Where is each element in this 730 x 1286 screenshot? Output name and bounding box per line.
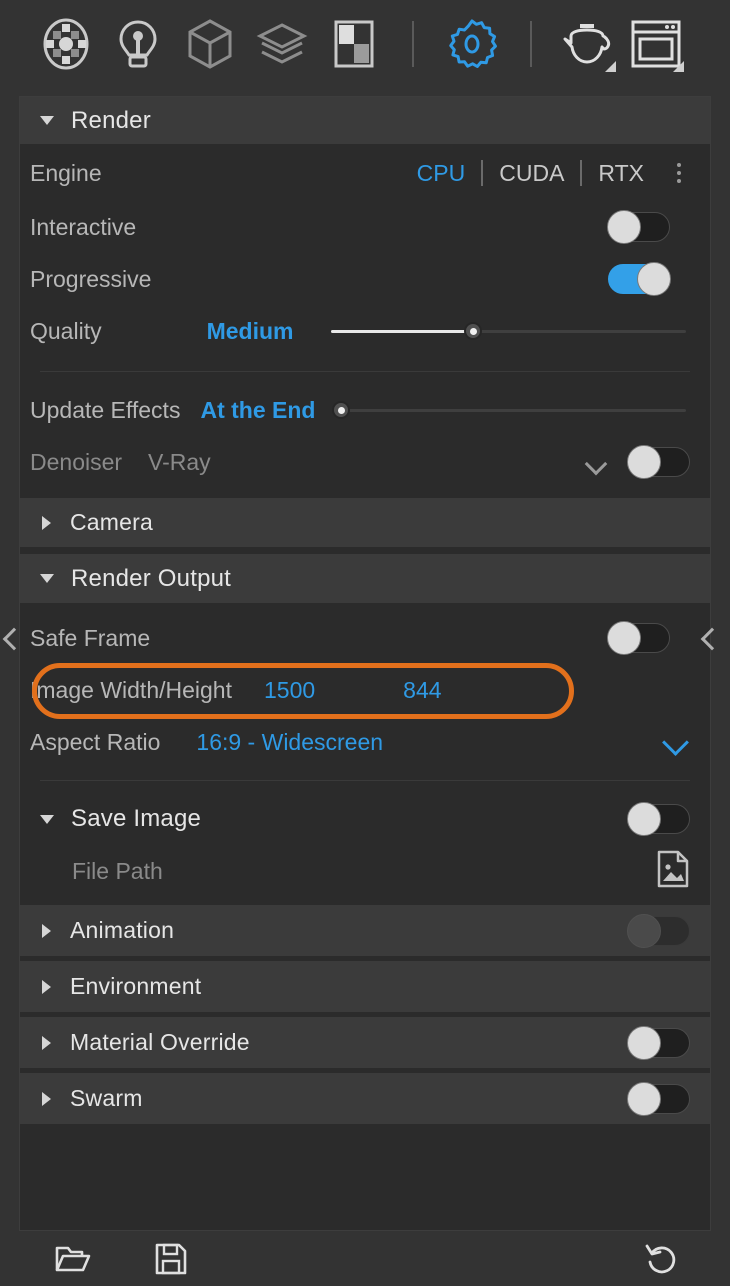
section-header-material-override[interactable]: Material Override [20,1017,710,1069]
toolbar-divider-2 [530,21,532,67]
chevron-down-icon[interactable] [605,61,616,72]
label-interactive: Interactive [30,213,137,240]
section-title-animation: Animation [70,917,175,943]
toggle-swarm[interactable] [627,1081,690,1116]
settings-gear-icon[interactable] [442,14,502,74]
toggle-animation[interactable] [627,913,690,948]
section-title-material-override: Material Override [70,1029,250,1055]
row-engine: Engine CPU CUDA RTX [20,145,710,201]
footer-toolbar [0,1231,730,1286]
light-bulb-icon[interactable] [108,14,168,74]
toggle-material-override[interactable] [627,1025,690,1060]
render-frame-icon[interactable] [626,14,686,74]
collapse-handle-right[interactable] [698,622,720,656]
toggle-interactive[interactable] [607,210,670,244]
section-header-animation[interactable]: Animation [20,905,710,957]
save-floppy-icon[interactable] [144,1238,198,1280]
texture-checker-icon[interactable] [324,14,384,74]
toggle-progressive[interactable] [608,262,671,296]
label-aspect-ratio: Aspect Ratio [30,728,161,755]
label-progressive: Progressive [30,265,152,292]
file-image-browse-icon[interactable] [656,850,690,893]
row-safe-frame: Safe Frame [20,612,710,664]
triangle-down-icon [40,814,54,824]
section-title-environment: Environment [70,973,202,999]
engine-more-options-icon[interactable] [668,163,690,183]
label-quality: Quality [30,317,102,344]
slider-update-effects[interactable] [332,395,686,425]
section-title-swarm: Swarm [70,1085,143,1111]
label-update-effects: Update Effects [30,396,181,423]
toggle-denoiser[interactable] [627,445,690,479]
toolbar-divider-1 [412,21,414,67]
engine-option-rtx[interactable]: RTX [582,160,660,187]
engine-option-group: CPU CUDA RTX [401,160,660,187]
settings-panel: Render Engine CPU CUDA RTX Interactive P… [19,96,711,1231]
reset-revert-icon[interactable] [634,1238,688,1280]
geometry-cube-icon[interactable] [180,14,240,74]
toggle-safe-frame[interactable] [607,621,670,655]
value-quality[interactable]: Medium [207,318,294,345]
input-file-path[interactable]: File Path [72,858,163,885]
section-title-render: Render [71,106,151,134]
toggle-save-image[interactable] [627,802,690,836]
section-header-render-output[interactable]: Render Output [20,554,710,604]
triangle-right-icon [42,1035,51,1050]
value-aspect-ratio[interactable]: 16:9 - Widescreen [196,729,383,756]
label-denoiser: Denoiser [30,448,123,475]
row-denoiser: Denoiser V-Ray [20,436,710,488]
section-header-save-image[interactable]: Save Image [20,793,710,845]
section-title-camera: Camera [70,509,154,535]
teapot-render-icon[interactable] [558,14,618,74]
layers-icon[interactable] [252,14,312,74]
engine-option-cuda[interactable]: CUDA [483,160,580,187]
value-denoiser[interactable]: V-Ray [148,449,211,476]
section-title-render-output: Render Output [71,564,232,592]
row-aspect-ratio: Aspect Ratio 16:9 - Widescreen [20,716,710,768]
triangle-right-icon [42,515,51,530]
collapse-handle-left[interactable] [0,622,22,656]
triangle-down-icon [40,116,54,125]
slider-quality[interactable] [331,316,686,346]
section-header-camera[interactable]: Camera [20,498,710,548]
top-toolbar [0,0,730,88]
input-image-height[interactable]: 844 [403,677,441,704]
label-engine: Engine [30,159,102,186]
section-title-save-image: Save Image [71,805,202,832]
section-header-environment[interactable]: Environment [20,961,710,1013]
row-progressive: Progressive [20,253,710,305]
triangle-right-icon [42,1091,51,1106]
engine-option-cpu[interactable]: CPU [401,160,482,187]
material-preview-icon[interactable] [36,14,96,74]
row-quality: Quality Medium [20,305,710,357]
triangle-down-icon [40,574,54,583]
row-interactive: Interactive [20,201,710,253]
triangle-right-icon [42,923,51,938]
vray-render-settings-panel: Render Engine CPU CUDA RTX Interactive P… [0,0,730,1286]
chevron-down-icon[interactable] [673,61,684,72]
triangle-right-icon [42,979,51,994]
value-update-effects[interactable]: At the End [200,397,315,424]
section-header-render[interactable]: Render [20,97,710,145]
chevron-down-icon-denoiser[interactable] [584,449,610,475]
row-file-path: File Path [20,845,710,897]
row-update-effects: Update Effects At the End [20,384,710,436]
input-image-width[interactable]: 1500 [264,677,315,704]
chevron-down-icon-aspect-ratio[interactable] [664,729,690,755]
open-folder-icon[interactable] [46,1238,100,1280]
label-image-width-height: Image Width/Height [30,676,232,703]
section-header-swarm[interactable]: Swarm [20,1073,710,1125]
row-image-size: Image Width/Height 1500 844 [20,664,710,716]
label-safe-frame: Safe Frame [30,624,151,651]
